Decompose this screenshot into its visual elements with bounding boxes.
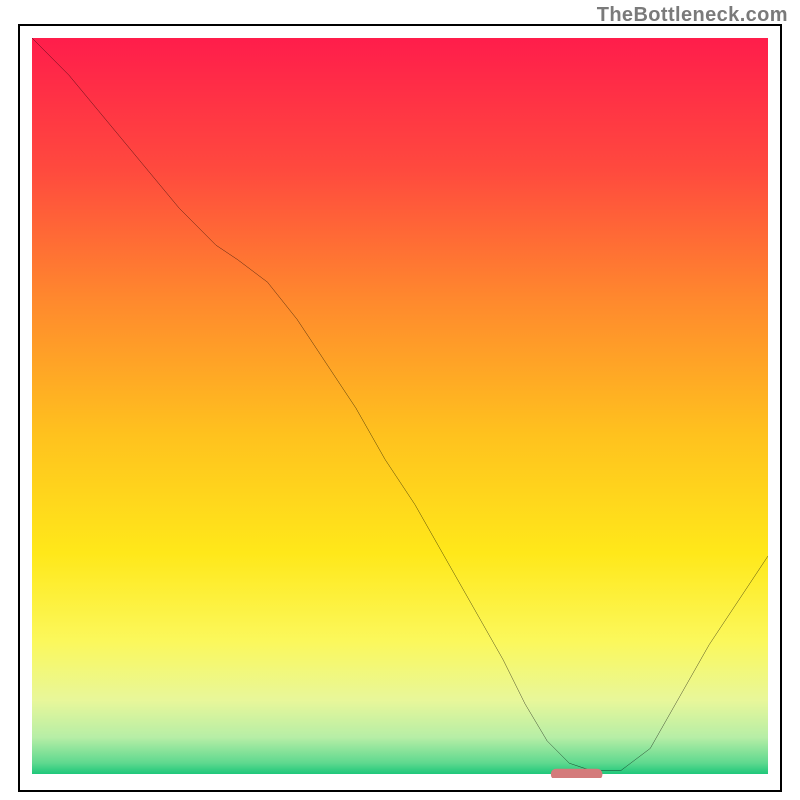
chart-frame [18, 24, 782, 792]
plot-area [32, 38, 768, 778]
chart-overlay [32, 38, 768, 778]
curve-line [32, 38, 768, 771]
min-marker [551, 769, 603, 778]
